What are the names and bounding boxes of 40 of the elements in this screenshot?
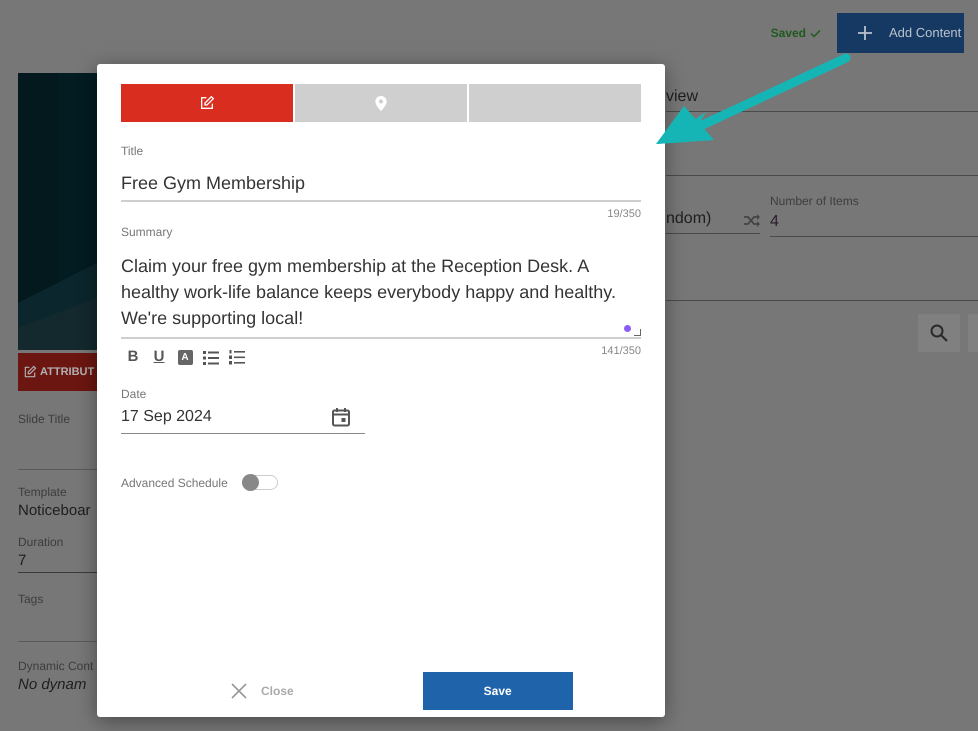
- field-value: view: [666, 88, 698, 105]
- search-button[interactable]: [918, 314, 960, 352]
- edit-icon: [199, 95, 215, 111]
- resize-handle-icon: [634, 328, 641, 336]
- field-label: Duration: [18, 534, 64, 550]
- field-label: Number of Items: [770, 193, 860, 210]
- field-label: Title: [121, 143, 144, 160]
- field-label: Advanced Schedule: [121, 474, 228, 492]
- field-value: 4: [770, 212, 780, 232]
- field-value: No dynam: [18, 675, 88, 695]
- close-icon: [231, 683, 247, 699]
- title-field[interactable]: Free Gym Membership: [121, 170, 641, 202]
- field-label: Tags: [18, 591, 44, 607]
- character-counter: 19/350: [607, 207, 641, 222]
- field-value: ndom): [666, 209, 712, 229]
- field-label: Summary: [121, 224, 174, 240]
- location-pin-icon: [375, 96, 387, 110]
- search-icon: [930, 324, 948, 342]
- underline-button[interactable]: U: [148, 346, 170, 368]
- field-label: Dynamic Cont: [18, 658, 94, 674]
- date-field[interactable]: 17 Sep 2024: [121, 404, 365, 434]
- field-value: Noticeboar: [18, 501, 92, 521]
- calendar-icon[interactable]: [331, 406, 351, 426]
- field-value: 7: [18, 551, 28, 571]
- field-label: Template: [18, 484, 68, 500]
- shuffle-icon[interactable]: [744, 214, 760, 227]
- toggle-switch[interactable]: [242, 475, 278, 490]
- summary-field[interactable]: Claim your free gym membership at the Reception Desk. A healthy work-life balance keeps everybody happy and healthy. We're supporting local!: [121, 252, 641, 338]
- add-content-button[interactable]: Add Content: [837, 13, 964, 53]
- attributes-button[interactable]: ATTRIBUT: [18, 353, 97, 391]
- plus-icon: [857, 25, 873, 41]
- field-label: Slide Title: [18, 411, 72, 427]
- check-icon: [810, 28, 821, 38]
- edit-icon: [23, 365, 37, 379]
- saved-status: Saved: [770, 24, 821, 42]
- character-counter: 141/350: [601, 344, 641, 358]
- save-button[interactable]: Save: [422, 672, 573, 710]
- field-label: Date: [121, 386, 148, 402]
- highlight-button[interactable]: A: [174, 346, 196, 368]
- bold-button[interactable]: B: [122, 346, 144, 368]
